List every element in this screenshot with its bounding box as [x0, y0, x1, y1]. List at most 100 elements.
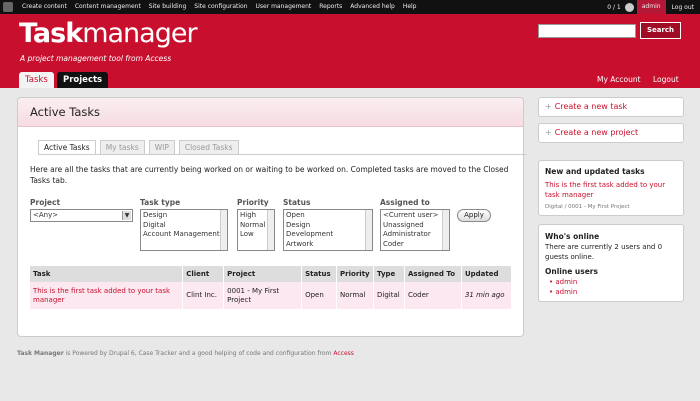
footer-access-link[interactable]: Access: [333, 350, 354, 357]
task-type-listbox[interactable]: Design Digital Account Management: [140, 209, 228, 251]
admin-menu: Create content Content management Site b…: [18, 0, 421, 14]
plus-icon: +: [545, 102, 552, 111]
task-link[interactable]: This is the first task added to your tas…: [30, 282, 184, 309]
online-user-link[interactable]: • admin: [549, 287, 577, 297]
list-item[interactable]: Development: [286, 230, 370, 240]
status-listbox[interactable]: Open Design Development Artwork: [283, 209, 373, 251]
subtab-active-tasks[interactable]: Active Tasks: [38, 140, 96, 154]
admin-user-link[interactable]: admin: [636, 0, 666, 14]
admin-menu-item[interactable]: Reports: [315, 0, 346, 14]
subtab-my-tasks[interactable]: My tasks: [99, 140, 145, 154]
admin-menu-item[interactable]: Site building: [145, 0, 190, 14]
create-project-label: Create a new project: [554, 128, 639, 137]
table-cell: 0001 - My First Project: [223, 282, 303, 309]
recent-task-link[interactable]: This is the first task added to your tas…: [545, 180, 679, 200]
assigned-to-listbox[interactable]: <Current user> Unassigned Administrator …: [380, 209, 450, 251]
project-select-value: <Any>: [33, 211, 59, 219]
footer-brand: Task Manager: [17, 350, 64, 357]
table-cell: Digital: [373, 282, 406, 309]
table-header-row: Task Client Project Status Priority Type…: [30, 266, 513, 282]
column-header[interactable]: Priority: [336, 266, 375, 282]
admin-menu-item[interactable]: Site configuration: [190, 0, 251, 14]
online-user-name: admin: [555, 278, 578, 286]
list-item[interactable]: Account Management: [143, 230, 225, 240]
site-header: Taskmanager A project management tool fr…: [0, 14, 700, 88]
admin-menu-item[interactable]: Content management: [71, 0, 145, 14]
block-title: New and updated tasks: [545, 167, 645, 176]
filter-label-task-type: Task type: [140, 198, 181, 207]
list-item[interactable]: Design: [143, 211, 225, 221]
column-header[interactable]: Project: [223, 266, 303, 282]
footer-text: is Powered by Drupal 6, Case Tracker and…: [63, 350, 334, 357]
scrollbar[interactable]: [365, 210, 372, 250]
admin-menu-item[interactable]: Advanced help: [346, 0, 399, 14]
create-task-link[interactable]: + Create a new task: [545, 102, 627, 111]
subtabs: Active Tasks My tasks WIP Closed Tasks: [38, 140, 243, 154]
list-item[interactable]: Coder: [383, 240, 447, 250]
online-user-link[interactable]: • admin: [549, 277, 577, 287]
page-title: Active Tasks: [30, 105, 101, 119]
home-icon[interactable]: [3, 2, 13, 12]
search-button[interactable]: Search: [640, 22, 681, 39]
users-icon: [624, 2, 634, 12]
column-header[interactable]: Task: [30, 266, 184, 282]
column-header[interactable]: Client: [182, 266, 225, 282]
table-row: This is the first task added to your tas…: [30, 282, 513, 309]
recent-task-meta: Digital / 0001 - My First Project: [545, 204, 630, 210]
column-header[interactable]: Type: [373, 266, 406, 282]
site-tagline: A project management tool from Access: [20, 54, 172, 63]
block-title: Who's online: [545, 232, 600, 241]
list-item[interactable]: Open: [286, 211, 370, 221]
create-task-label: Create a new task: [554, 102, 628, 111]
plus-icon: +: [545, 128, 552, 137]
user-counter: 0 / 1: [607, 3, 621, 11]
table-cell: Open: [301, 282, 338, 309]
subtab-wip[interactable]: WIP: [148, 140, 175, 154]
brand-bold: Task: [19, 18, 83, 49]
filter-label-status: Status: [283, 198, 311, 207]
my-account-link[interactable]: My Account: [597, 75, 641, 84]
list-item[interactable]: Administrator: [383, 230, 447, 240]
create-project-box: + Create a new project: [538, 123, 684, 143]
project-select[interactable]: <Any> ▼: [30, 209, 133, 222]
admin-toolbar: Create content Content management Site b…: [0, 0, 700, 14]
admin-menu-item[interactable]: User management: [252, 0, 316, 14]
scrollbar[interactable]: [442, 210, 449, 250]
column-header[interactable]: Status: [301, 266, 338, 282]
list-item[interactable]: Artwork: [286, 240, 370, 250]
online-count-text: There are currently 2 users and 0 guests…: [545, 243, 663, 261]
site-footer: Task Manager is Powered by Drupal 6, Cas…: [17, 350, 354, 357]
column-header[interactable]: Assigned To: [404, 266, 462, 282]
admin-logout-link[interactable]: Log out: [666, 4, 700, 11]
whos-online-block: Who's online There are currently 2 users…: [538, 224, 684, 302]
online-user-name: admin: [555, 288, 578, 296]
tab-tasks[interactable]: Tasks: [19, 72, 54, 88]
chevron-down-icon: ▼: [122, 211, 131, 220]
scrollbar[interactable]: [267, 210, 274, 250]
list-item[interactable]: Design: [286, 221, 370, 231]
filter-label-assigned-to: Assigned to: [380, 198, 430, 207]
intro-text: Here are all the tasks that are currentl…: [30, 165, 509, 185]
admin-menu-item[interactable]: Help: [399, 0, 421, 14]
tab-projects[interactable]: Projects: [57, 72, 109, 88]
tasks-table: Task Client Project Status Priority Type…: [30, 266, 513, 309]
site-logo[interactable]: Taskmanager: [19, 18, 198, 49]
create-project-link[interactable]: + Create a new project: [545, 128, 638, 137]
list-item[interactable]: Unassigned: [383, 221, 447, 231]
admin-menu-item[interactable]: Create content: [18, 0, 71, 14]
subtab-closed-tasks[interactable]: Closed Tasks: [178, 140, 239, 154]
list-item[interactable]: Digital: [143, 221, 225, 231]
apply-button[interactable]: Apply: [457, 209, 491, 222]
new-updated-tasks-block: New and updated tasks This is the first …: [538, 160, 684, 216]
table-cell: 31 min ago: [461, 282, 513, 309]
column-header[interactable]: Updated: [461, 266, 513, 282]
online-users-title: Online users: [545, 267, 598, 276]
scrollbar[interactable]: [220, 210, 227, 250]
subtab-divider: [38, 154, 527, 155]
list-item[interactable]: <Current user>: [383, 211, 447, 221]
priority-listbox[interactable]: High Normal Low: [237, 209, 275, 251]
panel-header: Active Tasks: [18, 98, 523, 127]
search-input[interactable]: [538, 24, 636, 38]
logout-link[interactable]: Logout: [653, 75, 679, 84]
create-task-box: + Create a new task: [538, 97, 684, 117]
